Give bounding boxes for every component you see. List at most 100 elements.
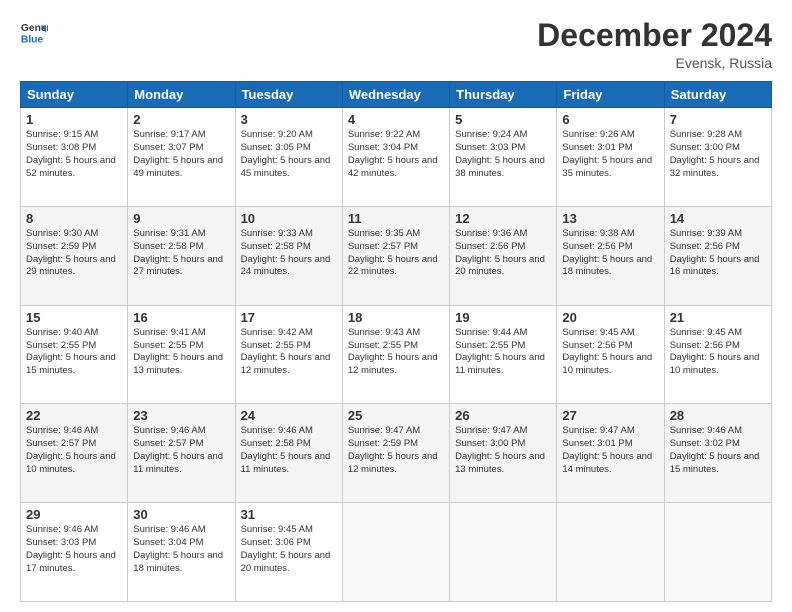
calendar-cell: 15 Sunrise: 9:40 AMSunset: 2:55 PMDayligh… xyxy=(21,305,128,404)
day-info: Sunrise: 9:41 AMSunset: 2:55 PMDaylight:… xyxy=(133,327,223,376)
day-number: 26 xyxy=(455,408,551,423)
calendar-cell: 19 Sunrise: 9:44 AMSunset: 2:55 PMDayligh… xyxy=(450,305,557,404)
day-number: 31 xyxy=(241,507,337,522)
calendar-cell: 29Sunrise: 9:46 AMSunset: 3:03 PMDayligh… xyxy=(21,503,128,602)
day-info: Sunrise: 9:45 AMSunset: 3:06 PMDaylight:… xyxy=(241,524,331,573)
calendar-cell: 22 Sunrise: 9:46 AMSunset: 2:57 PMDayligh… xyxy=(21,404,128,503)
subtitle: Evensk, Russia xyxy=(537,55,772,71)
day-info: Sunrise: 9:35 AMSunset: 2:57 PMDaylight:… xyxy=(348,228,438,277)
day-info: Sunrise: 9:46 AMSunset: 2:58 PMDaylight:… xyxy=(241,425,331,474)
header: General Blue December 2024 Evensk, Russi… xyxy=(20,18,772,71)
day-info: Sunrise: 9:33 AMSunset: 2:58 PMDaylight:… xyxy=(241,228,331,277)
day-info: Sunrise: 9:42 AMSunset: 2:55 PMDaylight:… xyxy=(241,327,331,376)
day-info: Sunrise: 9:45 AMSunset: 2:56 PMDaylight:… xyxy=(562,327,652,376)
page: General Blue December 2024 Evensk, Russi… xyxy=(0,0,792,612)
calendar-cell: 10Sunrise: 9:33 AMSunset: 2:58 PMDayligh… xyxy=(235,206,342,305)
week-row-4: 22 Sunrise: 9:46 AMSunset: 2:57 PMDayligh… xyxy=(21,404,772,503)
day-info: Sunrise: 9:26 AMSunset: 3:01 PMDaylight:… xyxy=(562,129,652,178)
calendar-cell: 6 Sunrise: 9:26 AMSunset: 3:01 PMDaylight… xyxy=(557,108,664,207)
day-info: Sunrise: 9:30 AMSunset: 2:59 PMDaylight:… xyxy=(26,228,116,277)
calendar-cell: 12 Sunrise: 9:36 AMSunset: 2:56 PMDayligh… xyxy=(450,206,557,305)
day-info: Sunrise: 9:46 AMSunset: 2:57 PMDaylight:… xyxy=(133,425,223,474)
day-number: 24 xyxy=(241,408,337,423)
calendar-cell: 18 Sunrise: 9:43 AMSunset: 2:55 PMDayligh… xyxy=(342,305,449,404)
day-info: Sunrise: 9:44 AMSunset: 2:55 PMDaylight:… xyxy=(455,327,545,376)
calendar-cell: 26Sunrise: 9:47 AMSunset: 3:00 PMDayligh… xyxy=(450,404,557,503)
day-number: 22 xyxy=(26,408,122,423)
day-info: Sunrise: 9:47 AMSunset: 2:59 PMDaylight:… xyxy=(348,425,438,474)
calendar-cell: 30 Sunrise: 9:46 AMSunset: 3:04 PMDayligh… xyxy=(128,503,235,602)
calendar-cell: 14 Sunrise: 9:39 AMSunset: 2:56 PMDayligh… xyxy=(664,206,771,305)
col-monday: Monday xyxy=(128,82,235,108)
logo: General Blue xyxy=(20,18,48,46)
day-info: Sunrise: 9:20 AMSunset: 3:05 PMDaylight:… xyxy=(241,129,331,178)
day-number: 8 xyxy=(26,211,122,226)
week-row-2: 8 Sunrise: 9:30 AMSunset: 2:59 PMDaylight… xyxy=(21,206,772,305)
calendar-cell: 20 Sunrise: 9:45 AMSunset: 2:56 PMDayligh… xyxy=(557,305,664,404)
day-number: 11 xyxy=(348,211,444,226)
day-number: 15 xyxy=(26,310,122,325)
day-number: 14 xyxy=(670,211,766,226)
day-number: 6 xyxy=(562,112,658,127)
col-sunday: Sunday xyxy=(21,82,128,108)
calendar-cell: 11 Sunrise: 9:35 AMSunset: 2:57 PMDayligh… xyxy=(342,206,449,305)
col-friday: Friday xyxy=(557,82,664,108)
calendar-cell xyxy=(450,503,557,602)
day-info: Sunrise: 9:46 AMSunset: 2:57 PMDaylight:… xyxy=(26,425,116,474)
col-tuesday: Tuesday xyxy=(235,82,342,108)
day-info: Sunrise: 9:46 AMSunset: 3:04 PMDaylight:… xyxy=(133,524,223,573)
day-number: 23 xyxy=(133,408,229,423)
day-info: Sunrise: 9:24 AMSunset: 3:03 PMDaylight:… xyxy=(455,129,545,178)
calendar-cell: 23 Sunrise: 9:46 AMSunset: 2:57 PMDayligh… xyxy=(128,404,235,503)
calendar-cell: 4Sunrise: 9:22 AMSunset: 3:04 PMDaylight… xyxy=(342,108,449,207)
day-number: 7 xyxy=(670,112,766,127)
day-number: 9 xyxy=(133,211,229,226)
calendar-cell: 31 Sunrise: 9:45 AMSunset: 3:06 PMDayligh… xyxy=(235,503,342,602)
calendar-cell: 16 Sunrise: 9:41 AMSunset: 2:55 PMDayligh… xyxy=(128,305,235,404)
day-number: 17 xyxy=(241,310,337,325)
col-wednesday: Wednesday xyxy=(342,82,449,108)
main-title: December 2024 xyxy=(537,18,772,53)
calendar-cell xyxy=(664,503,771,602)
day-info: Sunrise: 9:43 AMSunset: 2:55 PMDaylight:… xyxy=(348,327,438,376)
calendar-cell: 1 Sunrise: 9:15 AMSunset: 3:08 PMDaylight… xyxy=(21,108,128,207)
day-info: Sunrise: 9:47 AMSunset: 3:01 PMDaylight:… xyxy=(562,425,652,474)
calendar-cell: 28Sunrise: 9:46 AMSunset: 3:02 PMDayligh… xyxy=(664,404,771,503)
day-number: 16 xyxy=(133,310,229,325)
day-info: Sunrise: 9:38 AMSunset: 2:56 PMDaylight:… xyxy=(562,228,652,277)
col-saturday: Saturday xyxy=(664,82,771,108)
day-info: Sunrise: 9:22 AMSunset: 3:04 PMDaylight:… xyxy=(348,129,438,178)
week-row-5: 29Sunrise: 9:46 AMSunset: 3:03 PMDayligh… xyxy=(21,503,772,602)
day-number: 18 xyxy=(348,310,444,325)
day-info: Sunrise: 9:46 AMSunset: 3:02 PMDaylight:… xyxy=(670,425,760,474)
day-info: Sunrise: 9:28 AMSunset: 3:00 PMDaylight:… xyxy=(670,129,760,178)
col-thursday: Thursday xyxy=(450,82,557,108)
day-info: Sunrise: 9:31 AMSunset: 2:58 PMDaylight:… xyxy=(133,228,223,277)
title-block: December 2024 Evensk, Russia xyxy=(537,18,772,71)
day-number: 12 xyxy=(455,211,551,226)
svg-text:Blue: Blue xyxy=(21,34,44,45)
day-number: 27 xyxy=(562,408,658,423)
day-info: Sunrise: 9:45 AMSunset: 2:56 PMDaylight:… xyxy=(670,327,760,376)
day-number: 19 xyxy=(455,310,551,325)
day-number: 21 xyxy=(670,310,766,325)
day-number: 29 xyxy=(26,507,122,522)
day-number: 20 xyxy=(562,310,658,325)
calendar-cell: 2Sunrise: 9:17 AMSunset: 3:07 PMDaylight… xyxy=(128,108,235,207)
week-row-1: 1 Sunrise: 9:15 AMSunset: 3:08 PMDaylight… xyxy=(21,108,772,207)
calendar-cell: 7 Sunrise: 9:28 AMSunset: 3:00 PMDaylight… xyxy=(664,108,771,207)
calendar-cell: 8 Sunrise: 9:30 AMSunset: 2:59 PMDaylight… xyxy=(21,206,128,305)
day-info: Sunrise: 9:39 AMSunset: 2:56 PMDaylight:… xyxy=(670,228,760,277)
day-info: Sunrise: 9:40 AMSunset: 2:55 PMDaylight:… xyxy=(26,327,116,376)
calendar-cell: 21 Sunrise: 9:45 AMSunset: 2:56 PMDayligh… xyxy=(664,305,771,404)
calendar-cell: 25Sunrise: 9:47 AMSunset: 2:59 PMDayligh… xyxy=(342,404,449,503)
day-number: 1 xyxy=(26,112,122,127)
day-number: 5 xyxy=(455,112,551,127)
day-info: Sunrise: 9:15 AMSunset: 3:08 PMDaylight:… xyxy=(26,129,116,178)
calendar-header-row: Sunday Monday Tuesday Wednesday Thursday… xyxy=(21,82,772,108)
day-info: Sunrise: 9:36 AMSunset: 2:56 PMDaylight:… xyxy=(455,228,545,277)
calendar-cell: 3Sunrise: 9:20 AMSunset: 3:05 PMDaylight… xyxy=(235,108,342,207)
day-number: 30 xyxy=(133,507,229,522)
calendar-table: Sunday Monday Tuesday Wednesday Thursday… xyxy=(20,81,772,602)
calendar-cell: 27 Sunrise: 9:47 AMSunset: 3:01 PMDayligh… xyxy=(557,404,664,503)
